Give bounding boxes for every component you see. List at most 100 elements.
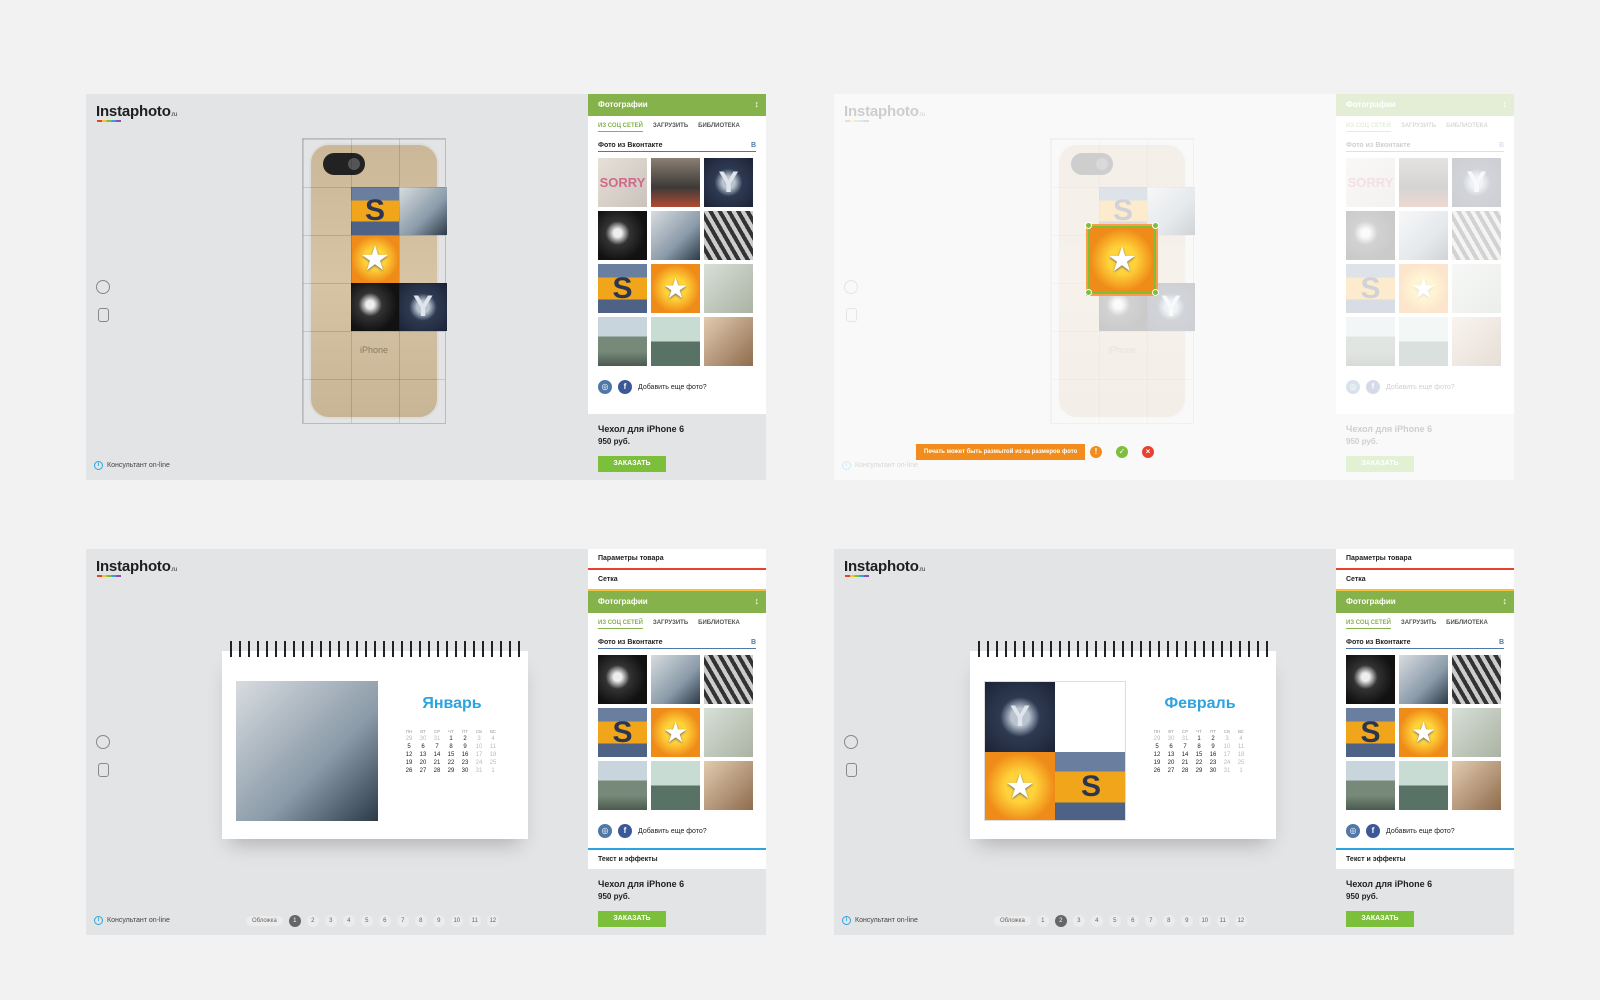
tab-social[interactable]: ИЗ СОЦ СЕТЕЙ [1346,620,1391,629]
instagram-icon[interactable]: ◎ [598,380,612,394]
photo-thumbnail[interactable] [704,655,753,704]
photo-thumbnail[interactable] [598,761,647,810]
consultant-link[interactable]: iКонсультант on-line [842,916,918,925]
photo-thumbnail[interactable] [651,655,700,704]
photo-thumbnail[interactable]: S [1346,708,1395,757]
photo-thumbnail[interactable] [598,211,647,260]
photo-thumbnail[interactable]: SORRY [598,158,647,207]
page-button[interactable]: 7 [396,915,409,927]
tab-upload[interactable]: ЗАГРУЗИТЬ [653,123,688,132]
collage-photo[interactable]: ★ [985,752,1055,820]
selected-photo-tile[interactable]: ★ [1088,226,1156,294]
photo-thumbnail[interactable] [1399,761,1448,810]
page-button[interactable]: 1 [1036,915,1049,927]
page-button[interactable]: 3 [1072,915,1085,927]
page-button[interactable]: 11 [468,915,481,927]
page-button[interactable]: 10 [450,915,463,927]
order-button[interactable]: ЗАКАЗАТЬ [598,911,666,927]
photos-panel-header[interactable]: Фотографии↕ [588,591,766,613]
vk-icon[interactable]: В [751,639,756,646]
order-button[interactable]: ЗАКАЗАТЬ [598,456,666,472]
photo-thumbnail[interactable]: ★ [651,708,700,757]
photo-thumbnail[interactable] [598,655,647,704]
page-button[interactable]: 9 [432,915,445,927]
page-button[interactable]: 6 [378,915,391,927]
add-more-photos-link[interactable]: Добавить еще фото? [638,828,707,835]
resize-handle[interactable] [1085,289,1092,296]
page-button[interactable]: 4 [342,915,355,927]
page-button[interactable]: 5 [360,915,373,927]
resize-handle[interactable] [1152,289,1159,296]
tab-upload[interactable]: ЗАГРУЗИТЬ [1401,620,1436,629]
page-button[interactable]: 9 [1180,915,1193,927]
instagram-icon[interactable]: ◎ [1346,824,1360,838]
collage-photo[interactable]: Y [985,682,1055,752]
page-button[interactable]: 6 [1126,915,1139,927]
calendar-photo[interactable] [236,681,378,821]
page-button[interactable]: 10 [1198,915,1211,927]
collage-photo[interactable]: S [1055,752,1125,820]
tab-library[interactable]: БИБЛИОТЕКА [1446,620,1488,629]
order-button[interactable]: ЗАКАЗАТЬ [1346,911,1414,927]
vk-icon[interactable]: В [751,142,756,149]
vk-icon[interactable]: В [1499,639,1504,646]
page-button[interactable]: 12 [1234,915,1247,927]
page-button[interactable]: 8 [1162,915,1175,927]
trash-icon[interactable] [98,763,109,777]
logo[interactable]: Instaphoto.ru [96,103,177,122]
tab-social[interactable]: ИЗ СОЦ СЕТЕЙ [598,123,643,132]
section-text-effects[interactable]: Текст и эффекты [588,848,766,869]
logo[interactable]: Instaphoto.ru [96,558,177,577]
add-more-photos-link[interactable]: Добавить еще фото? [1386,828,1455,835]
page-button[interactable]: 2 [1054,915,1067,927]
photo-thumbnail[interactable] [1452,708,1501,757]
facebook-icon[interactable]: f [618,824,632,838]
3d-box-icon[interactable] [96,280,110,294]
photo-thumbnail[interactable]: Y [704,158,753,207]
photo-thumbnail[interactable] [651,317,700,366]
section-product-params[interactable]: Параметры товара [1336,549,1514,570]
resize-handle[interactable] [1152,222,1159,229]
section-grid[interactable]: Сетка [1336,570,1514,591]
photo-thumbnail[interactable] [651,211,700,260]
warning-icon[interactable]: ! [1090,446,1102,458]
photo-thumbnail[interactable] [1346,761,1395,810]
trash-icon[interactable] [846,763,857,777]
3d-box-icon[interactable] [844,735,858,749]
photo-thumbnail[interactable] [1452,655,1501,704]
3d-box-icon[interactable] [96,735,110,749]
photo-thumbnail[interactable]: S [598,708,647,757]
photo-thumbnail[interactable] [704,708,753,757]
consultant-link[interactable]: iКонсультант on-line [94,461,170,470]
page-button[interactable]: 5 [1108,915,1121,927]
photo-thumbnail[interactable] [598,317,647,366]
tab-library[interactable]: БИБЛИОТЕКА [698,123,740,132]
photo-thumbnail[interactable] [1346,655,1395,704]
photos-panel-header[interactable]: Фотографии↕ [588,94,766,116]
photo-thumbnail[interactable] [651,158,700,207]
page-button[interactable]: 12 [486,915,499,927]
tab-upload[interactable]: ЗАГРУЗИТЬ [653,620,688,629]
page-button[interactable]: 4 [1090,915,1103,927]
page-button[interactable]: 8 [414,915,427,927]
photo-thumbnail[interactable]: S [598,264,647,313]
section-grid[interactable]: Сетка [588,570,766,591]
photo-thumbnail[interactable] [704,264,753,313]
page-button[interactable]: 3 [324,915,337,927]
resize-handle[interactable] [1085,222,1092,229]
consultant-link[interactable]: iКонсультант on-line [94,916,170,925]
tab-social[interactable]: ИЗ СОЦ СЕТЕЙ [598,620,643,629]
tab-library[interactable]: БИБЛИОТЕКА [698,620,740,629]
add-more-photos-link[interactable]: Добавить еще фото? [638,384,707,391]
section-product-params[interactable]: Параметры товара [588,549,766,570]
photo-thumbnail[interactable] [651,761,700,810]
photos-panel-header[interactable]: Фотографии↕ [1336,591,1514,613]
page-button[interactable]: 2 [306,915,319,927]
page-button[interactable]: 11 [1216,915,1229,927]
photo-thumbnail[interactable] [704,317,753,366]
facebook-icon[interactable]: f [1366,824,1380,838]
photo-thumbnail[interactable]: ★ [1399,708,1448,757]
photo-thumbnail[interactable] [704,761,753,810]
cover-page-button[interactable]: Обложка [246,916,283,926]
section-text-effects[interactable]: Текст и эффекты [1336,848,1514,869]
